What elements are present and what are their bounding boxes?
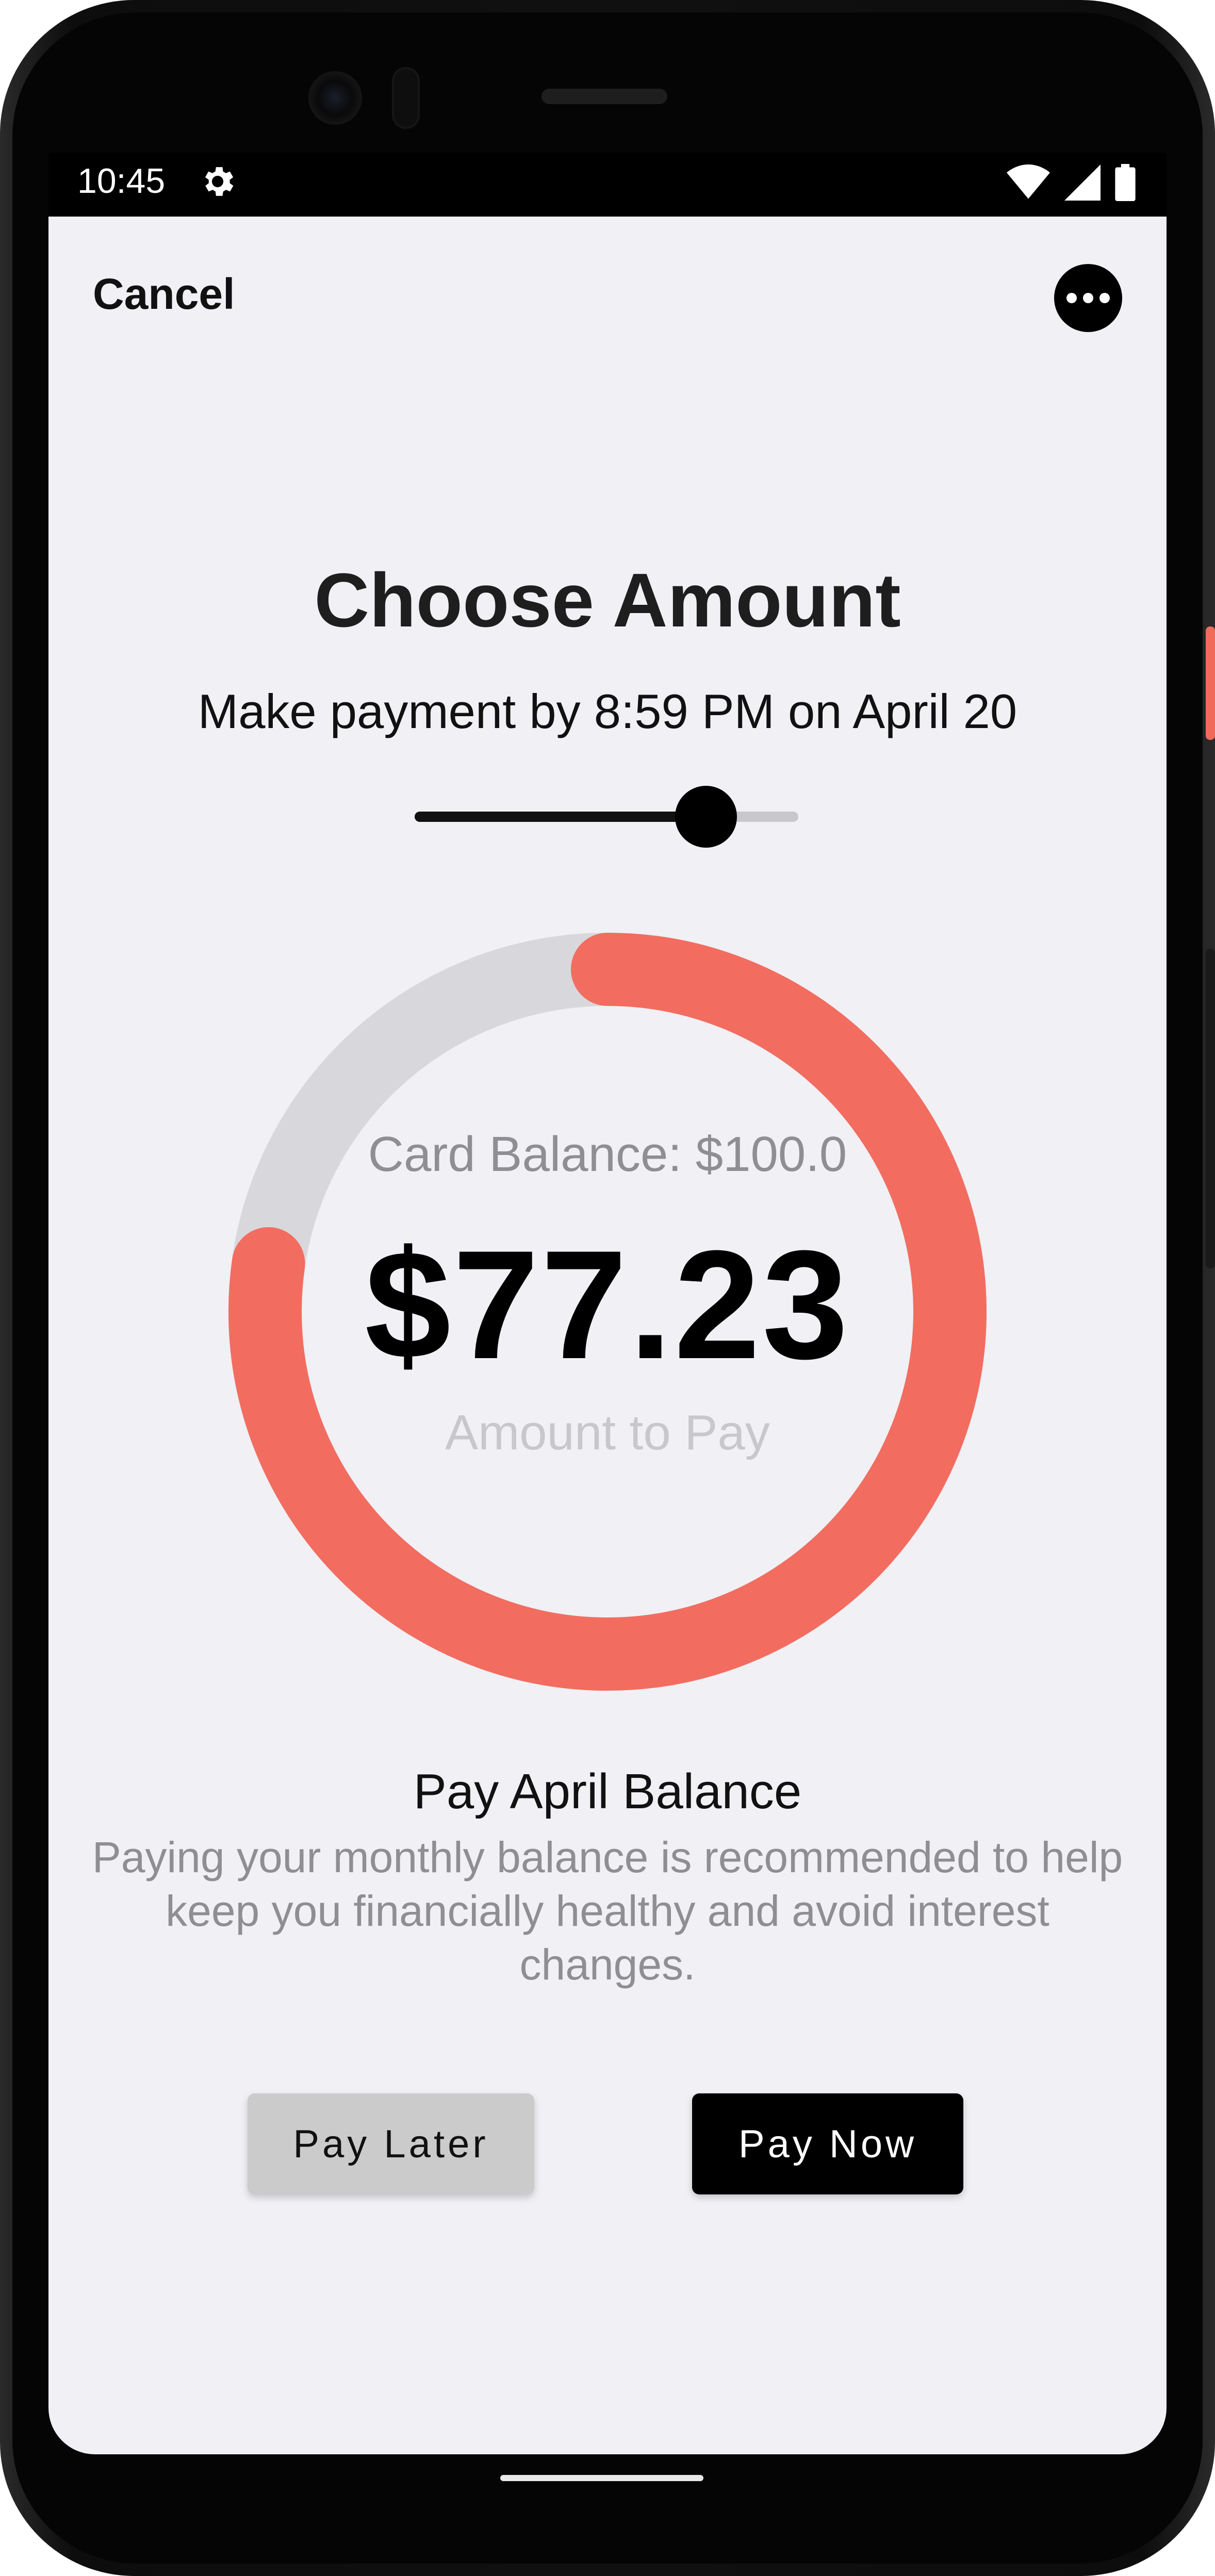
info-title: Pay April Balance [413, 1764, 802, 1819]
payment-deadline: Make payment by 8:59 PM on April 20 [198, 684, 1017, 738]
card-balance: Card Balance: $100.0 [368, 1127, 847, 1182]
info-description: Paying your monthly balance is recommend… [92, 1833, 1123, 1989]
battery-icon [1115, 164, 1136, 201]
device-frame: 10:45 Cancel Choose Amount Make payment … [0, 0, 1215, 2576]
front-camera-icon [308, 71, 362, 125]
cancel-button[interactable]: Cancel [93, 269, 235, 319]
amount-to-pay-label: Amount to Pay [445, 1405, 770, 1460]
page-title: Choose Amount [314, 558, 901, 643]
earpiece-speaker [541, 89, 667, 104]
status-bar: 10:45 [48, 153, 1167, 217]
settings-gear-icon [205, 167, 234, 196]
app-screen: Cancel Choose Amount Make payment by 8:5… [48, 217, 1167, 2454]
slider-thumb[interactable] [675, 786, 737, 848]
signal-icon [1064, 164, 1101, 201]
amount-to-pay-value: $77.23 [365, 1218, 850, 1391]
home-indicator[interactable] [500, 2475, 703, 2481]
more-horizontal-icon [1066, 293, 1077, 303]
power-button[interactable] [1206, 626, 1215, 740]
wifi-icon [1007, 164, 1050, 199]
pay-now-button[interactable]: Pay Now [692, 2093, 963, 2194]
volume-button[interactable] [1206, 949, 1215, 1268]
pay-later-button[interactable]: Pay Later [248, 2093, 534, 2194]
status-icons [1007, 164, 1136, 201]
proximity-sensor-icon [392, 67, 420, 129]
status-time: 10:45 [77, 161, 166, 201]
more-options-button[interactable] [1054, 264, 1122, 332]
slider-fill [415, 812, 707, 822]
amount-slider[interactable] [415, 786, 798, 848]
